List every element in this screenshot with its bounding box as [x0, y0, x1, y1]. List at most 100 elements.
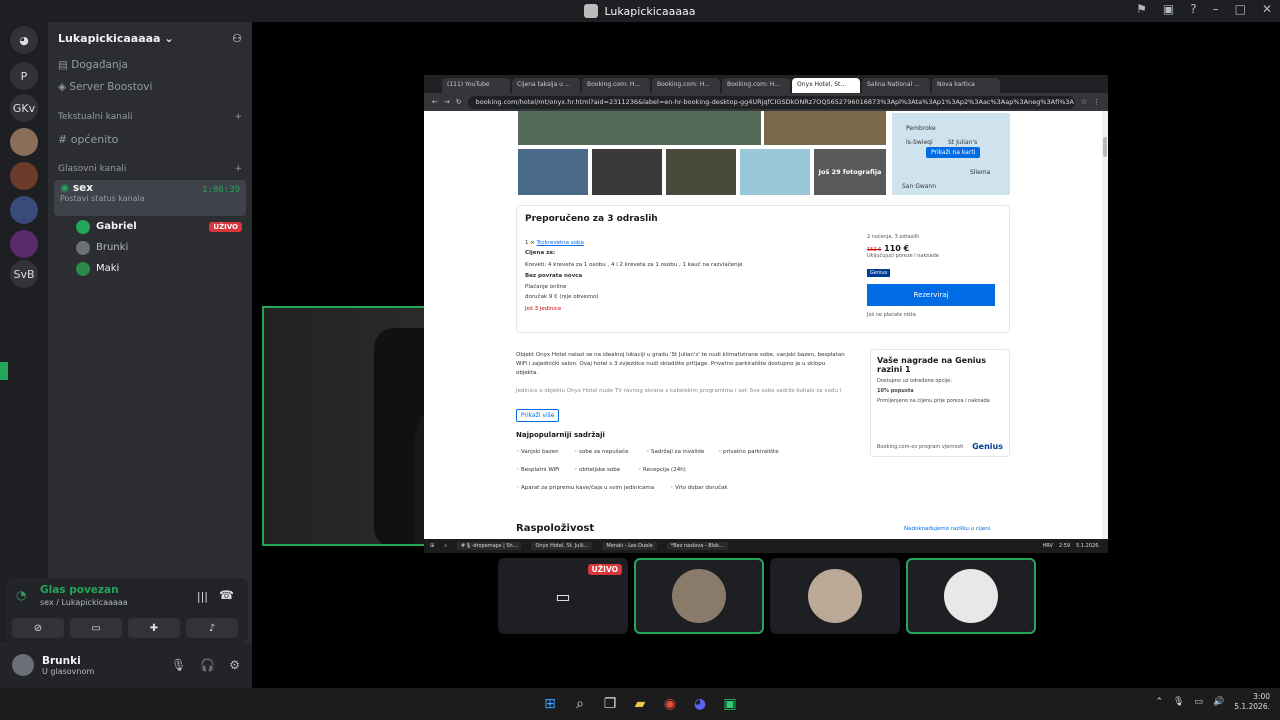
hotel-photo[interactable]: [518, 149, 588, 195]
signal-icon[interactable]: ◔: [16, 588, 26, 602]
hotel-description: Objekt Onyx Hotel nalazi se na idealnoj …: [516, 352, 845, 394]
resize-handle[interactable]: [0, 362, 8, 380]
browser-tab[interactable]: Cijena taksija u ...: [512, 78, 580, 93]
search-icon[interactable]: ⌕: [444, 543, 447, 549]
browser-tab[interactable]: Booking.com: H...: [722, 78, 790, 93]
voice-user[interactable]: Brunki: [48, 237, 252, 258]
stream-tile[interactable]: ▭ UŽIVO: [498, 558, 628, 634]
star-icon[interactable]: ☆: [1081, 98, 1087, 106]
chrome-icon[interactable]: ◉: [660, 694, 680, 714]
server-icon-avatar[interactable]: [10, 128, 38, 156]
browser-tabs: (111) YouTube Cijena taksija u ... Booki…: [424, 75, 1108, 93]
hotel-photo[interactable]: [592, 149, 662, 195]
participant-tiles: ▭ UŽIVO: [498, 558, 1036, 634]
back-icon[interactable]: ←: [432, 98, 438, 106]
microphone-icon[interactable]: 🎙: [1173, 697, 1184, 707]
minimize-icon[interactable]: –: [1213, 2, 1219, 16]
reserve-button[interactable]: Rezerviraj: [867, 284, 995, 306]
disconnect-icon[interactable]: ☎: [219, 588, 234, 602]
system-clock[interactable]: 3:00 5.1.2026.: [1234, 692, 1270, 712]
hotel-photo[interactable]: [666, 149, 736, 195]
taskbar-app[interactable]: #🎙-dropemaps | Sh...: [457, 542, 522, 550]
live-badge: UŽIVO: [587, 564, 622, 575]
soundboard-button[interactable]: ♪: [186, 618, 238, 638]
close-icon[interactable]: ✕: [1262, 2, 1272, 16]
volume-icon[interactable]: 🔊: [1213, 697, 1224, 707]
price-match-link[interactable]: Nadoknađujemo razliku u cijeni: [904, 526, 990, 532]
speaker-icon: ◉: [60, 182, 73, 194]
shared-browser-window[interactable]: (111) YouTube Cijena taksija u ... Booki…: [424, 75, 1108, 553]
voice-channel-sex[interactable]: ◉ sex Postavi status kanala 1:06:39: [54, 180, 246, 216]
noise-icon[interactable]: |||: [197, 590, 208, 603]
browser-tab[interactable]: Booking.com: H...: [652, 78, 720, 93]
add-channel-icon[interactable]: +: [234, 164, 242, 174]
hotel-photo[interactable]: [518, 111, 761, 145]
taskbar-app[interactable]: *Bez naslova - Blok...: [666, 542, 728, 550]
voice-user[interactable]: Gabriel UŽIVO: [48, 216, 252, 237]
taskbar-app[interactable]: Meraki - Les Duele: [602, 542, 657, 550]
windows-start-icon[interactable]: ⊞: [540, 694, 560, 714]
participant-tile[interactable]: [906, 558, 1036, 634]
maximize-icon[interactable]: □: [1235, 2, 1246, 16]
browser-tab-active[interactable]: Onyx Hotel, St...: [792, 78, 860, 93]
user-panel: Brunki U glasovnom 🎙 🎧 ⚙: [0, 642, 252, 688]
discord-icon[interactable]: ◕: [690, 694, 710, 714]
window-icon[interactable]: ▣: [1163, 2, 1174, 16]
avatar[interactable]: [12, 654, 34, 676]
help-icon[interactable]: ?: [1190, 2, 1196, 16]
reload-icon[interactable]: ↻: [456, 98, 462, 106]
server-icon-svb[interactable]: SvB: [10, 260, 38, 288]
room-link[interactable]: Trokrevetna soba: [537, 240, 584, 246]
microphone-icon[interactable]: 🎙: [171, 658, 186, 672]
participant-tile[interactable]: [770, 558, 900, 634]
page-scrollbar[interactable]: [1102, 111, 1108, 539]
server-icon-p[interactable]: P: [10, 62, 38, 90]
events-item[interactable]: ▤ Događanja: [48, 54, 252, 76]
headphones-icon[interactable]: 🎧: [200, 658, 215, 672]
server-icon-avatar[interactable]: [10, 162, 38, 190]
menu-icon[interactable]: ⋮: [1093, 98, 1100, 106]
hotel-photo[interactable]: [764, 111, 886, 145]
app-icon[interactable]: ▣: [720, 694, 740, 714]
file-explorer-icon[interactable]: ▰: [630, 694, 650, 714]
search-icon[interactable]: ⌕: [570, 694, 590, 714]
hotel-photo[interactable]: [740, 149, 810, 195]
server-icon-gkv[interactable]: GKv: [10, 94, 38, 122]
voice-channel-path[interactable]: sex / Lukapickicaaaaa: [40, 598, 128, 607]
text-channel-general[interactable]: # općenito: [48, 128, 252, 150]
add-channel-icon[interactable]: +: [234, 112, 242, 122]
window-title: Lukapickicaaaaa: [604, 4, 696, 18]
taskbar-app[interactable]: Onyx Hotel, St. Julii...: [531, 542, 593, 550]
chevron-up-icon[interactable]: ⌃: [1155, 697, 1163, 707]
voice-user[interactable]: Maki: [48, 258, 252, 279]
voice-category[interactable]: Glasovni kanali +: [48, 158, 252, 180]
server-icon-avatar[interactable]: [10, 230, 38, 258]
facility-item: obiteljske sobe: [574, 467, 620, 473]
browser-tab[interactable]: Salina National ...: [862, 78, 930, 93]
server-icon-group[interactable]: [10, 196, 38, 224]
browser-tab[interactable]: (111) YouTube: [442, 78, 510, 93]
show-on-map-button[interactable]: Prikaži na karti: [926, 147, 981, 158]
screen-share-button[interactable]: ▭: [70, 618, 122, 638]
task-view-icon[interactable]: ❐: [600, 694, 620, 714]
camera-off-button[interactable]: ⊘: [12, 618, 64, 638]
activities-button[interactable]: ✚: [128, 618, 180, 638]
server-header[interactable]: Lukapickicaaaaa ⌄ ⚇: [48, 22, 252, 54]
windows-start-icon[interactable]: ⊞: [430, 543, 434, 549]
inbox-icon[interactable]: ⚑: [1136, 2, 1147, 16]
network-icon[interactable]: ▭: [1194, 697, 1203, 707]
show-more-button[interactable]: Prikaži više: [516, 409, 560, 422]
discord-home-icon[interactable]: ◕: [10, 26, 38, 54]
gear-icon[interactable]: ⚙: [229, 658, 240, 672]
browser-tab[interactable]: Booking.com: H...: [582, 78, 650, 93]
forward-icon[interactable]: →: [444, 98, 450, 106]
address-bar[interactable]: booking.com/hotel/mt/onyx.hr.html?aid=23…: [467, 95, 1075, 109]
browser-tab[interactable]: Nova kartica: [932, 78, 1000, 93]
boosts-item[interactable]: ◈ Server Boostovi: [48, 76, 252, 98]
more-photos-button[interactable]: Još 29 fotografija: [814, 149, 886, 195]
participant-tile[interactable]: [634, 558, 764, 634]
channel-status[interactable]: Postavi status kanala: [60, 194, 240, 203]
refund-info: Bez povrata novca: [525, 273, 583, 279]
add-member-icon[interactable]: ⚇: [232, 32, 242, 45]
text-category[interactable]: Tekstualni kanali +: [48, 106, 252, 128]
